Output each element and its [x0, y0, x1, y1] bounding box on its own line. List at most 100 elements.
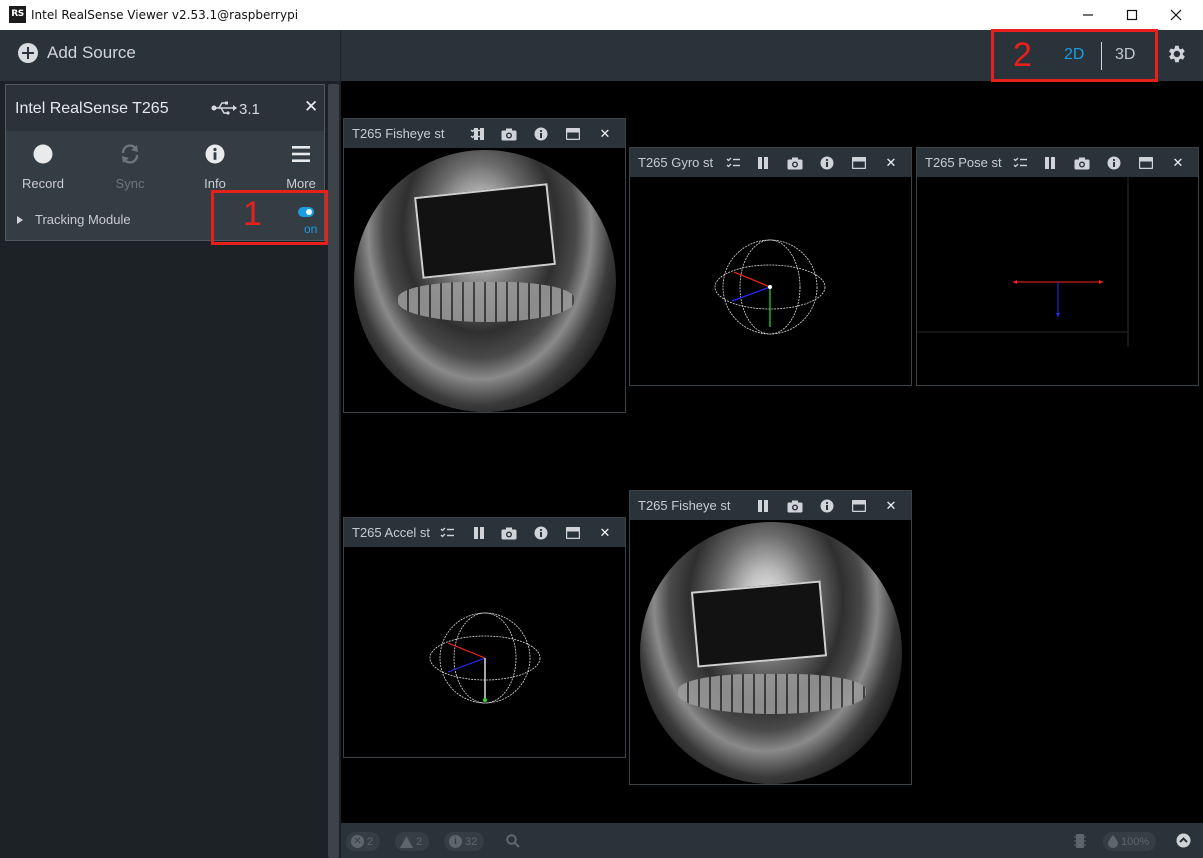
info-icon — [205, 144, 225, 164]
snapshot-button[interactable] — [787, 498, 803, 514]
window-icon — [566, 527, 580, 539]
window-close-button[interactable] — [1154, 0, 1198, 30]
stream-title: T265 Pose st — [925, 155, 1002, 170]
info-icon — [820, 156, 834, 170]
maximize-stream-button[interactable] — [1138, 155, 1154, 171]
checklist-icon — [1013, 157, 1027, 168]
pause-button[interactable] — [471, 126, 487, 142]
window-icon — [566, 128, 580, 140]
warning-icon — [400, 835, 413, 848]
maximize-stream-button[interactable] — [565, 126, 581, 142]
pose-view — [917, 177, 1129, 347]
minimize-button[interactable] — [1066, 0, 1110, 30]
title-bar: RS Intel RealSense Viewer v2.53.1@raspbe… — [0, 0, 1203, 30]
checklist-icon — [726, 157, 740, 168]
device-close-button[interactable]: ✕ — [304, 97, 318, 117]
pause-button[interactable] — [471, 525, 487, 541]
warnings-badge[interactable]: 2 — [395, 832, 430, 851]
error-icon: ✕ — [351, 835, 364, 848]
stream-controls-button[interactable] — [725, 155, 741, 171]
stream-fisheye-1[interactable]: T265 Fisheye st ✕ — [343, 118, 626, 413]
add-source-button[interactable]: Add Source — [18, 43, 136, 63]
keyboard-shape — [678, 674, 866, 714]
menu-icon — [292, 146, 310, 162]
window-icon — [852, 157, 866, 169]
stream-close-button[interactable]: ✕ — [1170, 155, 1186, 171]
maximize-stream-button[interactable] — [851, 155, 867, 171]
info-button[interactable]: Info — [180, 139, 250, 191]
maximize-stream-button[interactable] — [565, 525, 581, 541]
info-icon — [534, 526, 548, 540]
snapshot-button[interactable] — [501, 126, 517, 142]
add-source-label: Add Source — [47, 43, 136, 62]
pause-button[interactable] — [1042, 155, 1058, 171]
errors-badge[interactable]: ✕ 2 — [346, 832, 381, 851]
pause-button[interactable] — [755, 498, 771, 514]
stream-viewport[interactable] — [344, 547, 625, 757]
cpu-usage: 100% — [1121, 835, 1150, 848]
cpu-usage-badge: 100% — [1103, 832, 1157, 851]
snapshot-button[interactable] — [501, 525, 517, 541]
left-panel-scrollbar[interactable] — [328, 84, 339, 858]
stream-close-button[interactable]: ✕ — [883, 155, 899, 171]
expand-arrow-icon[interactable] — [17, 215, 23, 224]
record-icon — [33, 144, 53, 164]
tracking-module-row[interactable]: Tracking Module — [17, 212, 131, 227]
annotation-number-2: 2 — [1013, 36, 1032, 74]
maximize-stream-button[interactable] — [851, 498, 867, 514]
sync-button[interactable]: Sync — [95, 139, 165, 191]
camera-icon — [787, 157, 803, 169]
monitor-shape — [690, 580, 828, 668]
maximize-button[interactable] — [1110, 0, 1154, 30]
stream-close-button[interactable]: ✕ — [597, 126, 613, 142]
record-label: Record — [22, 176, 64, 191]
stream-title: T265 Fisheye st — [638, 498, 731, 513]
chevron-up-icon[interactable] — [1176, 833, 1191, 848]
info-icon: i — [449, 835, 462, 848]
stream-viewport[interactable] — [630, 177, 911, 385]
fisheye-image — [354, 150, 616, 412]
stream-close-button[interactable]: ✕ — [883, 498, 899, 514]
stream-viewport[interactable] — [630, 520, 911, 784]
minimize-icon — [1083, 14, 1093, 16]
search-icon[interactable] — [506, 834, 520, 848]
snapshot-button[interactable] — [787, 155, 803, 171]
settings-button[interactable] — [1165, 43, 1187, 70]
stream-controls-button[interactable] — [439, 525, 455, 541]
more-label: More — [286, 176, 316, 191]
close-icon — [1170, 9, 1182, 21]
stream-viewport[interactable] — [917, 177, 1198, 385]
more-button[interactable]: More — [266, 139, 336, 191]
stream-viewport[interactable] — [344, 148, 625, 412]
stream-title: T265 Gyro st — [638, 155, 714, 170]
pause-icon — [474, 527, 484, 539]
drop-icon — [1108, 835, 1118, 848]
stream-info-button[interactable] — [533, 525, 549, 541]
stream-info-button[interactable] — [533, 126, 549, 142]
add-icon — [18, 43, 38, 63]
monitor-shape — [414, 183, 556, 279]
pause-icon — [758, 500, 768, 512]
stream-pose[interactable]: T265 Pose st ✕ — [916, 147, 1199, 386]
sync-icon — [121, 144, 139, 164]
status-bar: ✕ 2 2 i 32 100% — [341, 823, 1203, 858]
stream-header: T265 Fisheye st ✕ — [344, 119, 625, 148]
stream-accel[interactable]: T265 Accel st ✕ — [343, 517, 626, 758]
toolbar-divider — [340, 30, 341, 81]
stream-info-button[interactable] — [1106, 155, 1122, 171]
stream-info-button[interactable] — [819, 155, 835, 171]
stream-close-button[interactable]: ✕ — [597, 525, 613, 541]
stream-info-button[interactable] — [819, 498, 835, 514]
snapshot-button[interactable] — [1074, 155, 1090, 171]
tracking-module-label: Tracking Module — [35, 212, 131, 227]
stream-gyro[interactable]: T265 Gyro st ✕ — [629, 147, 912, 386]
sync-label: Sync — [115, 176, 145, 191]
annotation-number-1: 1 — [243, 195, 262, 233]
pause-button[interactable] — [755, 155, 771, 171]
info-badge[interactable]: i 32 — [444, 832, 485, 851]
annotation-box-1 — [211, 190, 328, 245]
stream-header: T265 Accel st ✕ — [344, 518, 625, 547]
stream-controls-button[interactable] — [1012, 155, 1028, 171]
record-button[interactable]: Record — [8, 139, 78, 191]
stream-fisheye-2[interactable]: T265 Fisheye st ✕ — [629, 490, 912, 785]
